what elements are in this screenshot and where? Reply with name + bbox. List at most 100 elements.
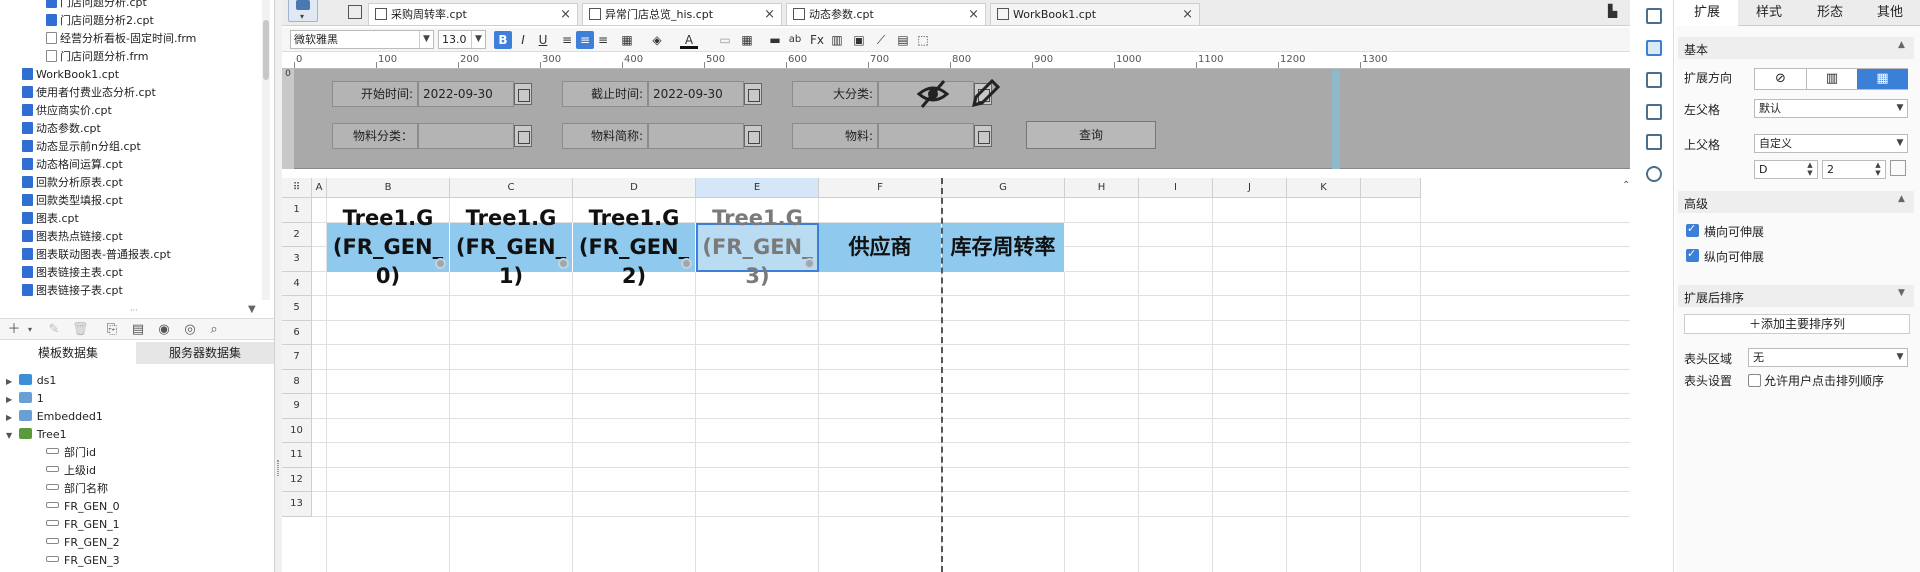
merged-cell[interactable]: 供应商 [819,222,942,272]
row-header[interactable]: 10 [282,418,312,443]
tab-abnormal-store[interactable]: 异常门店总览_his.cpt × [582,3,782,25]
calendar-icon[interactable] [514,83,532,105]
italic-button[interactable]: I [514,31,532,49]
dataset-item[interactable]: ▶ 1 [6,390,44,408]
header-area-select[interactable]: 无 ▼ [1748,348,1908,367]
tab-style[interactable]: 样式 [1738,0,1800,26]
file-tree-item[interactable]: 回款分析原表.cpt [22,174,123,192]
material-input[interactable] [878,123,974,149]
dataset-item[interactable]: ▶ Embedded1 [6,408,103,426]
row-header[interactable]: 4 [282,271,312,296]
tab-form[interactable]: 形态 [1800,0,1860,26]
file-tree-item[interactable]: 动态显示前n分组.cpt [22,138,141,156]
query-button[interactable]: 查询 [1026,121,1156,149]
file-tree-item[interactable]: 图表链接主表.cpt [22,264,123,282]
edit-pencil-icon[interactable] [968,77,1002,111]
file-tree-item[interactable]: 图表链接子表.cpt [22,282,123,300]
add-dropdown-icon[interactable]: ▾ [22,322,38,338]
column-header[interactable]: A [312,178,327,198]
app-menu-button[interactable]: ▾ [288,0,318,22]
close-icon[interactable]: × [968,4,979,26]
collapse-arrow-icon[interactable]: ▶ [6,413,15,422]
file-tree-item[interactable]: 门店问题分析2.cpt [46,12,154,30]
bold-button[interactable]: B [494,31,512,49]
calendar-icon[interactable] [744,83,762,105]
column-header[interactable]: C [450,178,573,198]
column-header[interactable]: E [696,178,819,198]
tab-template-dataset[interactable]: 模板数据集 [0,342,136,364]
underline-button[interactable]: U [534,31,552,49]
merged-cell[interactable]: 库存周转率 [942,222,1065,272]
widget-settings-icon[interactable] [1646,104,1662,120]
splitter-handle[interactable]: ··· [130,306,142,315]
dataset-item[interactable]: FR_GEN_1 [42,516,120,534]
dataset-item[interactable]: FR_GEN_3 [42,552,120,570]
search-icon[interactable]: ⌕ [206,322,222,338]
header-sort-checkbox[interactable] [1748,374,1761,387]
select-cell-icon[interactable] [1890,160,1906,176]
combo-icon[interactable] [514,125,532,147]
expand-arrow-icon[interactable]: ▼ [6,431,15,440]
file-tree-item[interactable]: 图表联动图表-普通报表.cpt [22,246,171,264]
row-header[interactable]: 9 [282,394,312,419]
fill-color-icon[interactable]: ◈ [648,31,666,49]
file-tree-scroll-thumb[interactable] [263,20,269,80]
hyperlink-icon[interactable] [1646,166,1662,182]
file-tree-item[interactable]: 动态参数.cpt [22,120,101,138]
preview-icon[interactable]: ▤ [130,322,146,338]
tab-procurement[interactable]: 采购周转率.cpt × [368,3,578,25]
collapse-arrow-icon[interactable]: ▼ [248,304,256,315]
section-advanced[interactable] [1678,191,1914,213]
formula-icon[interactable]: Fx [808,31,826,49]
align-center-icon[interactable]: ≡ [576,31,594,49]
row-header[interactable]: 13 [282,492,312,517]
merged-cell[interactable]: Tree1.G(FR_GEN_3) [696,206,819,288]
widget-icon[interactable]: ⬚ [914,31,932,49]
dataset-item[interactable]: FR_GEN_0 [42,498,120,516]
file-tree-item[interactable]: 供应商实价.cpt [22,102,112,120]
close-icon[interactable]: × [1182,4,1193,26]
material-short-input[interactable] [648,123,744,149]
row-header[interactable]: 11 [282,443,312,468]
db-icon[interactable]: ◉ [156,322,172,338]
section-basic[interactable] [1678,37,1914,59]
expand-up-icon[interactable]: ⌃ [1622,180,1630,191]
border-icon[interactable]: ▦ [618,31,636,49]
merged-cell[interactable]: Tree1.G(FR_GEN_1) [450,206,573,288]
row-header[interactable]: 1 [282,198,312,223]
font-family-select[interactable]: 微软雅黑 ▼ [290,30,434,49]
tab-expand[interactable]: 扩展 [1676,0,1738,26]
image-icon[interactable]: ▣ [850,31,868,49]
condition-icon[interactable] [1646,134,1662,150]
row-header[interactable]: 5 [282,296,312,321]
column-header[interactable]: I [1139,178,1213,198]
file-tree-item[interactable]: 图表热点链接.cpt [22,228,123,246]
close-icon[interactable]: × [764,4,775,26]
start-time-input[interactable]: 2022-09-30 [418,81,514,107]
column-header[interactable]: G [942,178,1065,198]
row-header[interactable]: 2 [282,222,312,247]
file-tree-item[interactable]: 门店问题分析.cpt [46,0,147,12]
collapse-icon[interactable]: ▲ [1898,194,1905,204]
column-header[interactable]: H [1065,178,1139,198]
dataset-item[interactable]: 部门id [42,444,96,462]
dataset-item[interactable]: 上级id [42,462,96,480]
copy-icon[interactable]: ⎘ [104,322,120,338]
subreport-icon[interactable]: ▤ [894,31,912,49]
font-size-select[interactable]: 13.0 ▼ [438,30,486,49]
row-header[interactable]: 8 [282,369,312,394]
collapse-arrow-icon[interactable]: ▶ [6,377,15,386]
file-tree-item[interactable]: 回款类型填报.cpt [22,192,123,210]
column-header[interactable]: K [1287,178,1361,198]
font-color-icon[interactable]: A [680,31,698,49]
add-icon[interactable]: ＋ [6,322,22,338]
merged-cell[interactable]: Tree1.G(FR_GEN_0) [327,206,450,288]
row-header[interactable]: 3 [282,247,312,272]
delete-icon[interactable]: 🗑 [72,322,89,338]
column-header[interactable]: B [327,178,450,198]
top-parent-select[interactable]: 自定义 ▼ [1754,134,1908,153]
file-tree-item[interactable]: 动态格间运算.cpt [22,156,123,174]
collapse-arrow-icon[interactable]: ▶ [6,395,15,404]
collapse-icon[interactable]: ▼ [1898,288,1905,298]
end-time-input[interactable]: 2022-09-30 [648,81,744,107]
